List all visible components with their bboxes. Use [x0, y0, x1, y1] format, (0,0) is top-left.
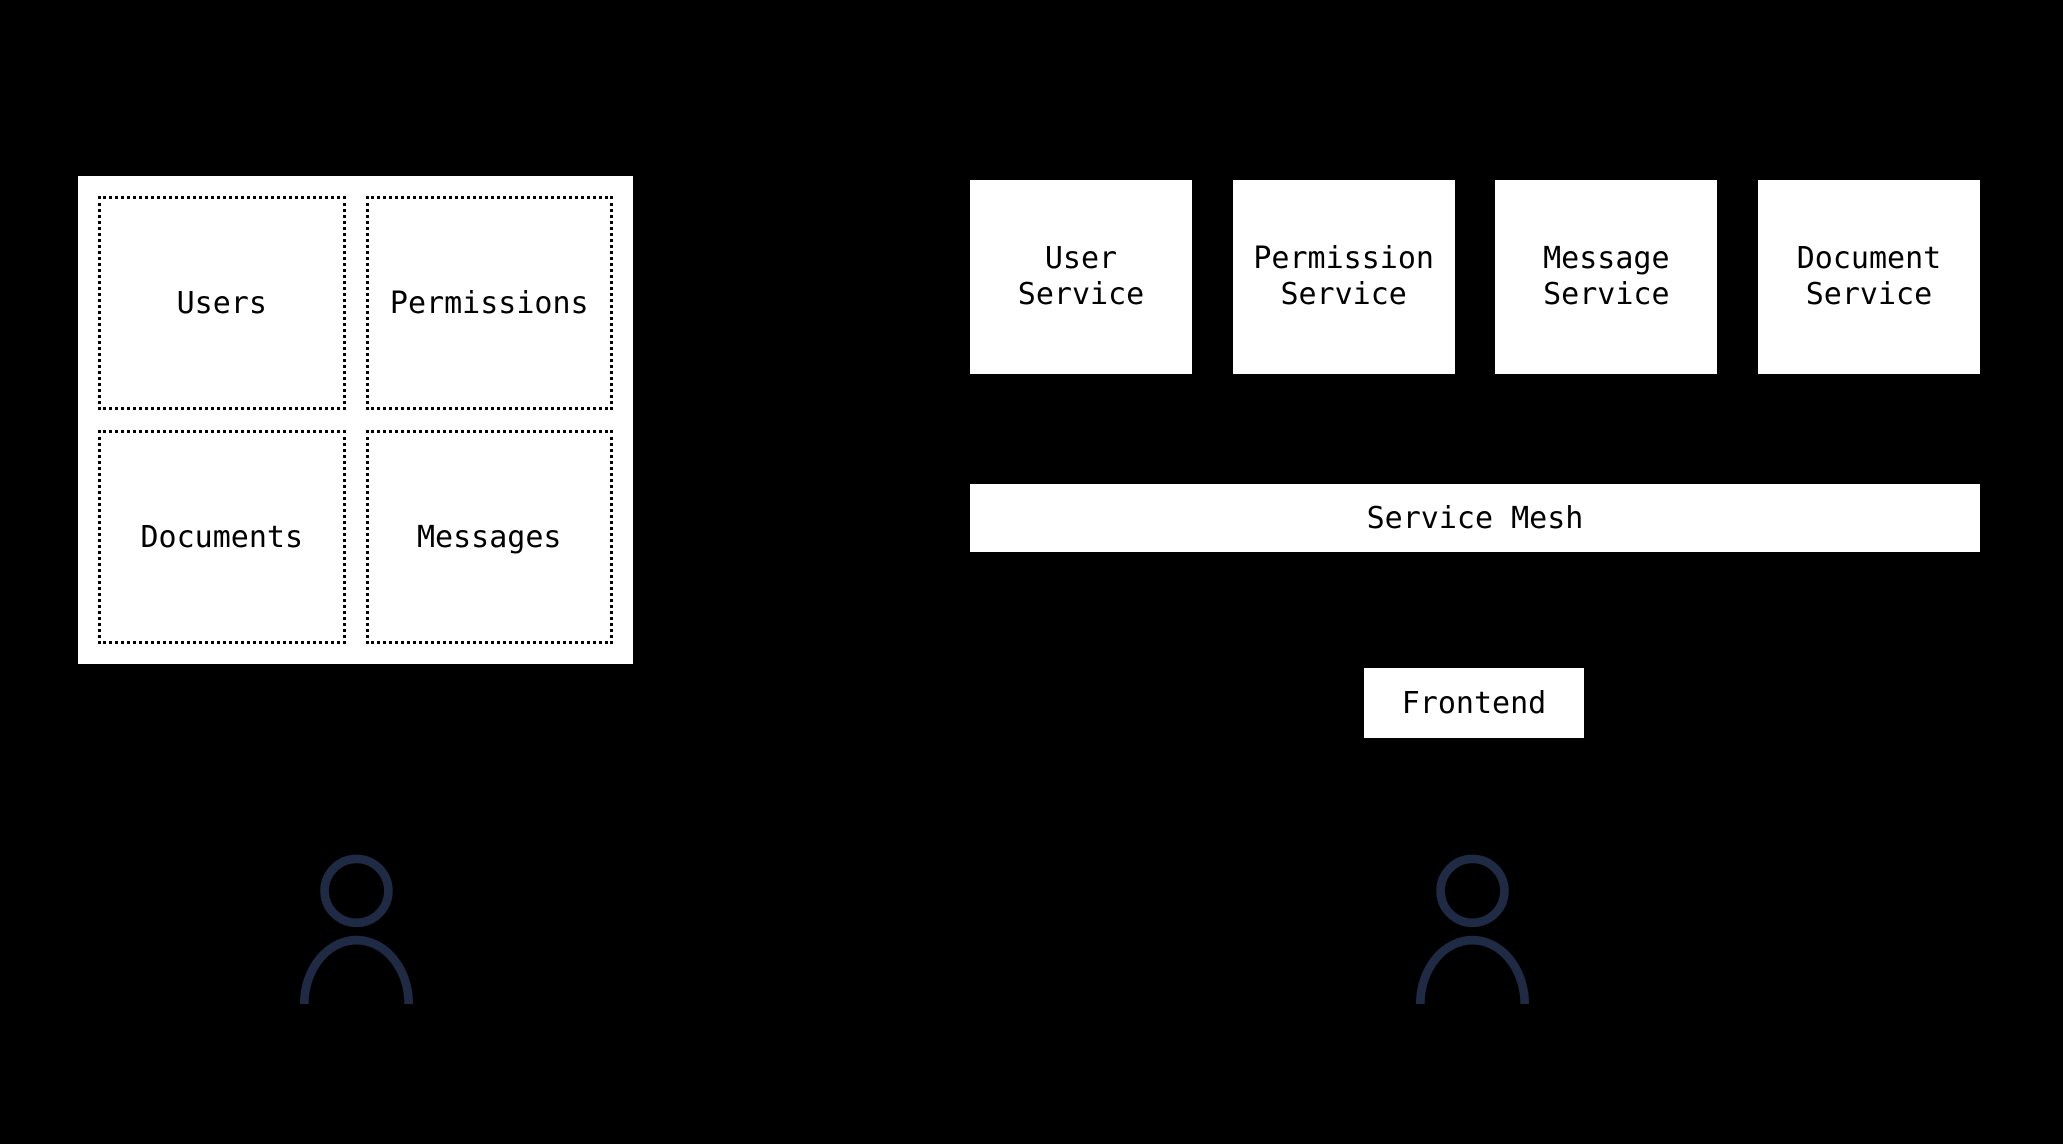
monolith-container: Users Permissions Documents Messages [78, 176, 633, 664]
monolith-module-messages: Messages [366, 430, 614, 644]
frontend-label: Frontend [1402, 686, 1547, 721]
service-label: Permission Service [1243, 241, 1445, 313]
service-label: User Service [980, 241, 1182, 313]
services-row: User Service Permission Service Message … [970, 180, 1980, 374]
monolith-module-label: Documents [140, 520, 303, 555]
service-box-message: Message Service [1495, 180, 1717, 374]
monolith-module-documents: Documents [98, 430, 346, 644]
frontend-box: Frontend [1364, 668, 1584, 738]
monolith-module-permissions: Permissions [366, 196, 614, 410]
service-label: Document Service [1768, 241, 1970, 313]
monolith-module-label: Permissions [390, 286, 589, 321]
service-box-permission: Permission Service [1233, 180, 1455, 374]
user-icon [1400, 850, 1545, 1010]
service-box-user: User Service [970, 180, 1192, 374]
monolith-module-label: Users [177, 286, 267, 321]
service-label: Message Service [1505, 241, 1707, 313]
monolith-module-label: Messages [417, 520, 562, 555]
service-box-document: Document Service [1758, 180, 1980, 374]
user-icon [284, 850, 429, 1010]
service-mesh-bar: Service Mesh [970, 484, 1980, 552]
diagram-stage: Users Permissions Documents Messages Use… [0, 0, 2063, 1144]
monolith-module-users: Users [98, 196, 346, 410]
service-mesh-label: Service Mesh [1367, 501, 1584, 536]
